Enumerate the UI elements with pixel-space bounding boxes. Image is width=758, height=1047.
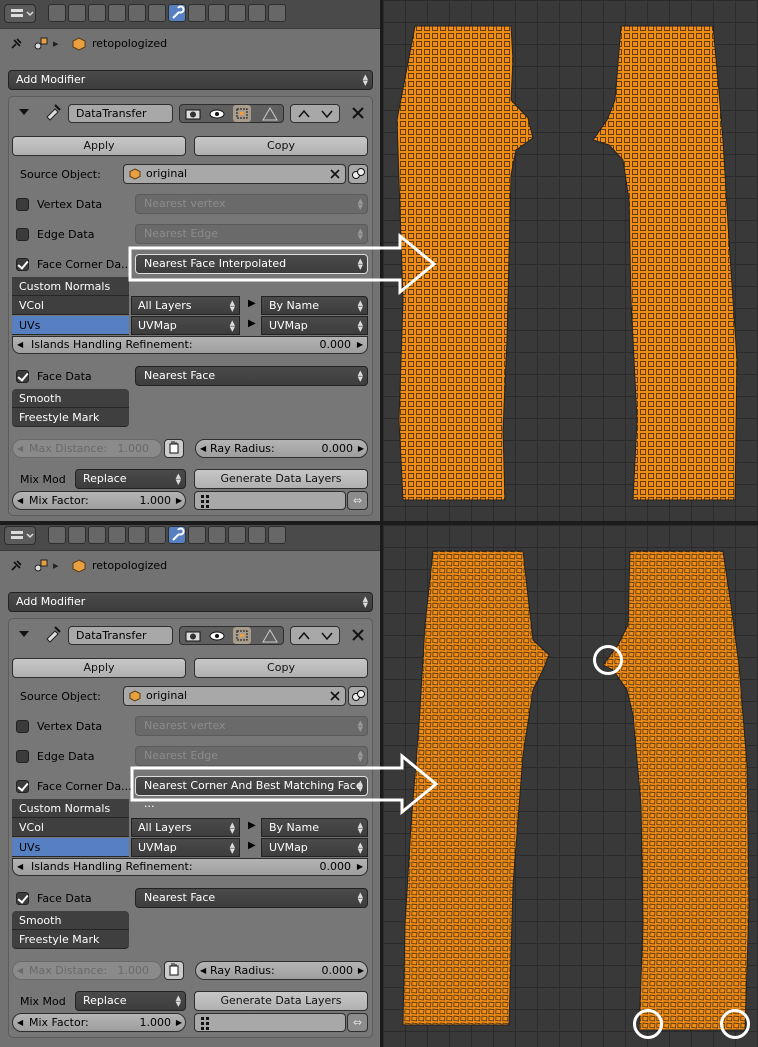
annotation-arrows — [128, 232, 439, 816]
annotation-arrow-bottom — [130, 752, 439, 816]
annotation-arrow-top — [128, 232, 437, 296]
